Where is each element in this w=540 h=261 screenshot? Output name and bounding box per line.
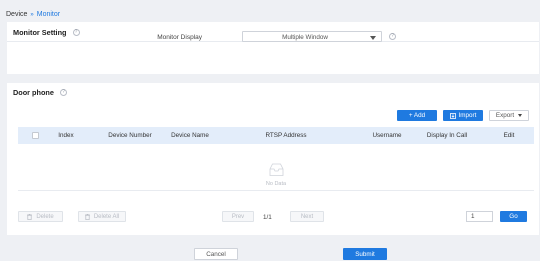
- next-page-button[interactable]: Next: [290, 211, 324, 222]
- empty-text: No Data: [265, 181, 287, 187]
- import-icon: [449, 112, 456, 119]
- chevron-down-icon: [370, 35, 376, 40]
- monitor-setting-card: Monitor Setting ?: [7, 22, 539, 74]
- column-header: Device Number: [108, 132, 152, 139]
- goto-page-input[interactable]: 1: [466, 211, 493, 222]
- breadcrumb-root[interactable]: Device: [6, 11, 27, 18]
- go-button[interactable]: Go: [500, 211, 527, 222]
- chevron-down-icon: [518, 114, 523, 117]
- column-header: Index: [58, 132, 74, 139]
- column-header: Username: [372, 132, 402, 139]
- monitor-display-value: Multiple Window: [282, 33, 328, 41]
- add-button[interactable]: + Add: [397, 110, 437, 121]
- submit-label: Submit: [355, 250, 375, 258]
- trash-icon: [84, 213, 90, 220]
- cancel-button[interactable]: Cancel: [194, 248, 238, 260]
- next-label: Next: [300, 213, 314, 220]
- cancel-label: Cancel: [206, 250, 226, 258]
- import-button[interactable]: Import: [443, 110, 483, 121]
- door-phone-title-text: Door phone: [13, 88, 54, 97]
- delete-all-button[interactable]: Delete All: [78, 211, 126, 222]
- column-header: Display In Call: [426, 132, 468, 139]
- trash-icon: [27, 213, 33, 220]
- submit-button[interactable]: Submit: [343, 248, 387, 260]
- empty-inbox-icon: [269, 163, 284, 176]
- monitor-setting-title-text: Monitor Setting: [13, 28, 67, 37]
- import-button-label: Import: [458, 112, 477, 119]
- breadcrumb-separator: »: [30, 12, 34, 18]
- table-body: No Data: [18, 144, 534, 191]
- page-info: 1/1: [263, 214, 272, 221]
- select-all-checkbox[interactable]: [32, 132, 39, 139]
- table-header: Index Device Number Device Name RTSP Add…: [18, 127, 534, 144]
- prev-page-button[interactable]: Prev: [222, 211, 254, 222]
- export-dropdown[interactable]: Export: [489, 110, 529, 121]
- column-header: Device Name: [171, 132, 209, 139]
- help-icon[interactable]: ?: [389, 33, 396, 40]
- delete-all-label: Delete All: [93, 213, 120, 220]
- monitor-display-label: Monitor Display: [157, 34, 202, 41]
- prev-label: Prev: [231, 213, 245, 220]
- delete-button[interactable]: Delete: [18, 211, 63, 222]
- column-header: Edit: [503, 132, 515, 139]
- breadcrumb-current: Monitor: [36, 11, 61, 18]
- help-icon[interactable]: ?: [72, 29, 80, 36]
- go-label: Go: [509, 213, 518, 220]
- column-header: RTSP Address: [265, 132, 307, 139]
- add-button-label: + Add: [408, 112, 426, 119]
- help-icon[interactable]: ?: [59, 89, 67, 96]
- door-phone-title: Door phone ?: [13, 88, 67, 97]
- door-phone-card: Door phone ? + Add Import Export Index D…: [7, 83, 539, 235]
- breadcrumb: Device» Monitor: [6, 11, 60, 18]
- monitor-setting-title: Monitor Setting ?: [13, 28, 80, 37]
- export-label: Export: [495, 112, 515, 119]
- delete-label: Delete: [36, 213, 54, 220]
- monitor-display-select[interactable]: Multiple Window: [242, 31, 382, 42]
